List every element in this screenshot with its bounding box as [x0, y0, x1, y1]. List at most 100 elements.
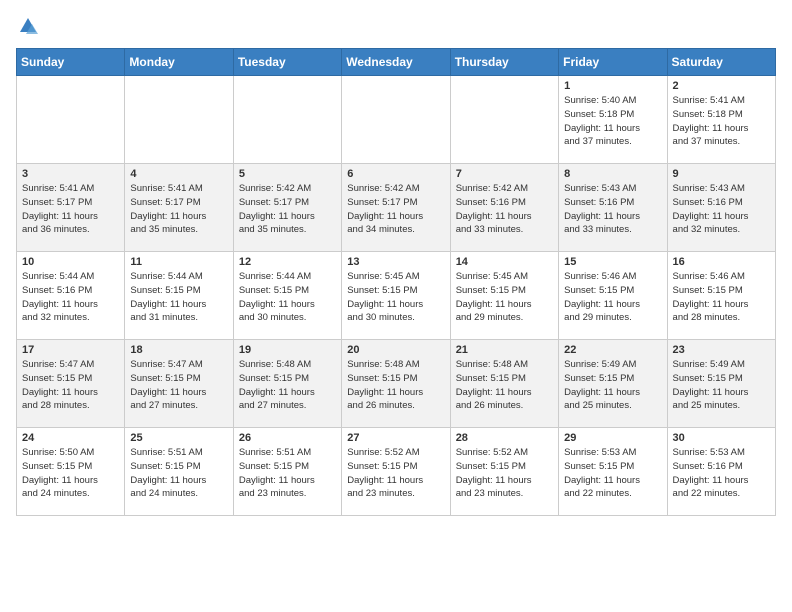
day-number: 23 [673, 344, 770, 356]
calendar-cell [233, 76, 341, 164]
day-info: Sunrise: 5:41 AM Sunset: 5:17 PM Dayligh… [22, 182, 119, 237]
weekday-header-sunday: Sunday [17, 49, 125, 76]
day-info: Sunrise: 5:42 AM Sunset: 5:16 PM Dayligh… [456, 182, 553, 237]
calendar-cell: 24Sunrise: 5:50 AM Sunset: 5:15 PM Dayli… [17, 428, 125, 516]
day-info: Sunrise: 5:48 AM Sunset: 5:15 PM Dayligh… [347, 358, 444, 413]
day-number: 2 [673, 80, 770, 92]
day-number: 10 [22, 256, 119, 268]
calendar-cell: 23 Sunrise: 5:49 AM Sunset: 5:15 PM Dayli… [667, 340, 775, 428]
weekday-header-friday: Friday [559, 49, 667, 76]
day-number: 4 [130, 168, 227, 180]
calendar-cell: 13Sunrise: 5:45 AM Sunset: 5:15 PM Dayli… [342, 252, 450, 340]
day-info: Sunrise: 5:40 AM Sunset: 5:18 PM Dayligh… [564, 94, 661, 149]
day-number: 6 [347, 168, 444, 180]
day-number: 11 [130, 256, 227, 268]
calendar-cell: 5Sunrise: 5:42 AM Sunset: 5:17 PM Daylig… [233, 164, 341, 252]
week-row-4: 17Sunrise: 5:47 AM Sunset: 5:15 PM Dayli… [17, 340, 776, 428]
day-number: 18 [130, 344, 227, 356]
day-info: Sunrise: 5:42 AM Sunset: 5:17 PM Dayligh… [347, 182, 444, 237]
header [16, 16, 776, 36]
week-row-2: 3 Sunrise: 5:41 AM Sunset: 5:17 PM Daylig… [17, 164, 776, 252]
page: SundayMondayTuesdayWednesdayThursdayFrid… [0, 0, 792, 532]
calendar-cell: 29 Sunrise: 5:53 AM Sunset: 5:15 PM Dayli… [559, 428, 667, 516]
day-info: Sunrise: 5:51 AM Sunset: 5:15 PM Dayligh… [130, 446, 227, 501]
calendar-cell [125, 76, 233, 164]
day-info: Sunrise: 5:53 AM Sunset: 5:16 PM Dayligh… [673, 446, 770, 501]
day-number: 8 [564, 168, 661, 180]
day-info: Sunrise: 5:46 AM Sunset: 5:15 PM Dayligh… [673, 270, 770, 325]
calendar-cell: 16 Sunrise: 5:46 AM Sunset: 5:15 PM Dayli… [667, 252, 775, 340]
day-number: 30 [673, 432, 770, 444]
day-number: 16 [673, 256, 770, 268]
calendar-cell: 15 Sunrise: 5:46 AM Sunset: 5:15 PM Dayli… [559, 252, 667, 340]
day-number: 26 [239, 432, 336, 444]
day-number: 15 [564, 256, 661, 268]
calendar-cell [342, 76, 450, 164]
calendar-cell: 22 Sunrise: 5:49 AM Sunset: 5:15 PM Dayli… [559, 340, 667, 428]
week-row-5: 24Sunrise: 5:50 AM Sunset: 5:15 PM Dayli… [17, 428, 776, 516]
day-info: Sunrise: 5:46 AM Sunset: 5:15 PM Dayligh… [564, 270, 661, 325]
day-info: Sunrise: 5:44 AM Sunset: 5:15 PM Dayligh… [130, 270, 227, 325]
calendar-cell: 27Sunrise: 5:52 AM Sunset: 5:15 PM Dayli… [342, 428, 450, 516]
weekday-header-thursday: Thursday [450, 49, 558, 76]
day-info: Sunrise: 5:52 AM Sunset: 5:15 PM Dayligh… [347, 446, 444, 501]
calendar-cell: 9 Sunrise: 5:43 AM Sunset: 5:16 PM Daylig… [667, 164, 775, 252]
day-info: Sunrise: 5:44 AM Sunset: 5:15 PM Dayligh… [239, 270, 336, 325]
day-info: Sunrise: 5:43 AM Sunset: 5:16 PM Dayligh… [564, 182, 661, 237]
calendar-cell: 1 Sunrise: 5:40 AM Sunset: 5:18 PM Daylig… [559, 76, 667, 164]
weekday-header-monday: Monday [125, 49, 233, 76]
calendar-cell: 17Sunrise: 5:47 AM Sunset: 5:15 PM Dayli… [17, 340, 125, 428]
calendar-cell: 26 Sunrise: 5:51 AM Sunset: 5:15 PM Dayli… [233, 428, 341, 516]
week-row-3: 10 Sunrise: 5:44 AM Sunset: 5:16 PM Dayli… [17, 252, 776, 340]
week-row-1: 1 Sunrise: 5:40 AM Sunset: 5:18 PM Daylig… [17, 76, 776, 164]
calendar-cell: 10 Sunrise: 5:44 AM Sunset: 5:16 PM Dayli… [17, 252, 125, 340]
day-number: 12 [239, 256, 336, 268]
day-number: 28 [456, 432, 553, 444]
calendar-cell: 4 Sunrise: 5:41 AM Sunset: 5:17 PM Daylig… [125, 164, 233, 252]
day-number: 3 [22, 168, 119, 180]
day-info: Sunrise: 5:49 AM Sunset: 5:15 PM Dayligh… [564, 358, 661, 413]
day-number: 14 [456, 256, 553, 268]
calendar-cell: 12 Sunrise: 5:44 AM Sunset: 5:15 PM Dayli… [233, 252, 341, 340]
calendar-cell: 30 Sunrise: 5:53 AM Sunset: 5:16 PM Dayli… [667, 428, 775, 516]
day-number: 24 [22, 432, 119, 444]
calendar-cell: 28 Sunrise: 5:52 AM Sunset: 5:15 PM Dayli… [450, 428, 558, 516]
calendar-cell: 18 Sunrise: 5:47 AM Sunset: 5:15 PM Dayli… [125, 340, 233, 428]
day-number: 1 [564, 80, 661, 92]
calendar-cell: 21 Sunrise: 5:48 AM Sunset: 5:15 PM Dayli… [450, 340, 558, 428]
logo-icon [18, 16, 38, 36]
calendar-cell: 8 Sunrise: 5:43 AM Sunset: 5:16 PM Daylig… [559, 164, 667, 252]
calendar: SundayMondayTuesdayWednesdayThursdayFrid… [16, 48, 776, 516]
day-info: Sunrise: 5:53 AM Sunset: 5:15 PM Dayligh… [564, 446, 661, 501]
day-info: Sunrise: 5:41 AM Sunset: 5:17 PM Dayligh… [130, 182, 227, 237]
calendar-cell [450, 76, 558, 164]
day-number: 9 [673, 168, 770, 180]
day-info: Sunrise: 5:45 AM Sunset: 5:15 PM Dayligh… [347, 270, 444, 325]
calendar-cell: 25 Sunrise: 5:51 AM Sunset: 5:15 PM Dayli… [125, 428, 233, 516]
day-info: Sunrise: 5:45 AM Sunset: 5:15 PM Dayligh… [456, 270, 553, 325]
day-number: 19 [239, 344, 336, 356]
day-info: Sunrise: 5:47 AM Sunset: 5:15 PM Dayligh… [22, 358, 119, 413]
calendar-cell [17, 76, 125, 164]
calendar-cell: 14 Sunrise: 5:45 AM Sunset: 5:15 PM Dayli… [450, 252, 558, 340]
day-number: 29 [564, 432, 661, 444]
weekday-header-row: SundayMondayTuesdayWednesdayThursdayFrid… [17, 49, 776, 76]
day-info: Sunrise: 5:43 AM Sunset: 5:16 PM Dayligh… [673, 182, 770, 237]
day-number: 21 [456, 344, 553, 356]
day-info: Sunrise: 5:41 AM Sunset: 5:18 PM Dayligh… [673, 94, 770, 149]
logo [16, 16, 38, 36]
calendar-cell: 3 Sunrise: 5:41 AM Sunset: 5:17 PM Daylig… [17, 164, 125, 252]
day-info: Sunrise: 5:51 AM Sunset: 5:15 PM Dayligh… [239, 446, 336, 501]
calendar-cell: 6 Sunrise: 5:42 AM Sunset: 5:17 PM Daylig… [342, 164, 450, 252]
day-info: Sunrise: 5:47 AM Sunset: 5:15 PM Dayligh… [130, 358, 227, 413]
day-info: Sunrise: 5:49 AM Sunset: 5:15 PM Dayligh… [673, 358, 770, 413]
day-info: Sunrise: 5:42 AM Sunset: 5:17 PM Dayligh… [239, 182, 336, 237]
day-info: Sunrise: 5:48 AM Sunset: 5:15 PM Dayligh… [456, 358, 553, 413]
day-info: Sunrise: 5:48 AM Sunset: 5:15 PM Dayligh… [239, 358, 336, 413]
calendar-cell: 20Sunrise: 5:48 AM Sunset: 5:15 PM Dayli… [342, 340, 450, 428]
day-number: 22 [564, 344, 661, 356]
day-number: 25 [130, 432, 227, 444]
day-info: Sunrise: 5:52 AM Sunset: 5:15 PM Dayligh… [456, 446, 553, 501]
day-info: Sunrise: 5:44 AM Sunset: 5:16 PM Dayligh… [22, 270, 119, 325]
day-number: 7 [456, 168, 553, 180]
